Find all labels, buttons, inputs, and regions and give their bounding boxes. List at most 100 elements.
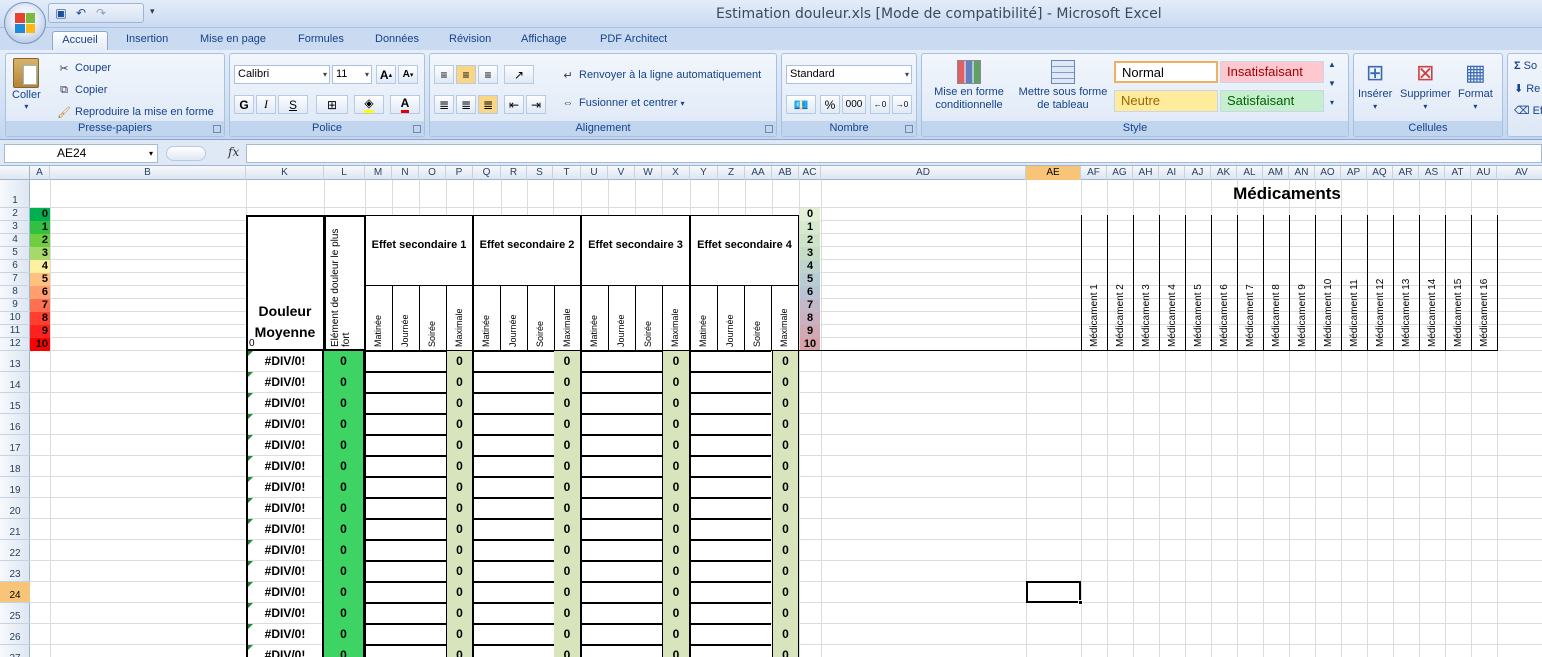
select-all-corner[interactable] <box>0 166 30 180</box>
column-header[interactable]: U <box>581 166 608 180</box>
shrink-font-button[interactable]: A ▾ <box>398 65 418 84</box>
column-header[interactable]: T <box>553 166 581 180</box>
row-header[interactable]: 24 <box>0 582 30 603</box>
insert-button[interactable]: ⊞ Insérer ▾ <box>1358 60 1392 111</box>
worksheet-grid[interactable]: A B K L M N O P Q R S T U V W X Y Z AA AB AC AD AE AF AG AH AI AJ AK… <box>0 166 1542 657</box>
copy-button[interactable]: ⧉ Copier <box>56 82 107 98</box>
column-header[interactable]: AL <box>1237 166 1263 180</box>
merge-center-button[interactable]: ⇔ Fusionner et centrer ▾ <box>560 95 685 111</box>
formula-input[interactable] <box>246 144 1542 163</box>
style-neutral[interactable]: Neutre <box>1114 90 1218 112</box>
column-header[interactable]: P <box>446 166 473 180</box>
row-header[interactable]: 8 <box>0 286 30 299</box>
row-header[interactable]: 10 <box>0 312 30 325</box>
row-header[interactable]: 2 <box>0 208 30 221</box>
column-header[interactable]: AM <box>1263 166 1289 180</box>
row-header[interactable]: 20 <box>0 498 30 519</box>
number-format-select[interactable]: Standard ▾ <box>786 65 912 84</box>
name-box[interactable]: AE24 ▾ <box>4 144 158 163</box>
redo-icon[interactable]: ↷ <box>93 5 109 21</box>
dialog-launcher-icon[interactable] <box>905 125 913 133</box>
style-normal[interactable]: Normal <box>1114 61 1218 83</box>
style-scroll-buttons[interactable]: ▲ ▼ ▾ <box>1328 60 1336 107</box>
decrease-indent-button[interactable]: ⇤ <box>504 95 524 114</box>
tab-revision[interactable]: Révision <box>443 31 497 50</box>
column-header[interactable]: AD <box>821 166 1026 180</box>
increase-indent-button[interactable]: ⇥ <box>526 95 546 114</box>
column-header[interactable]: AE <box>1026 166 1081 180</box>
column-header[interactable]: AF <box>1081 166 1107 180</box>
align-center-button[interactable]: ≣ <box>456 95 476 114</box>
tab-donnees[interactable]: Données <box>369 31 425 50</box>
row-header[interactable]: 18 <box>0 456 30 477</box>
row-header[interactable]: 13 <box>0 351 30 372</box>
column-header[interactable]: V <box>608 166 635 180</box>
row-header[interactable]: 17 <box>0 435 30 456</box>
paste-button[interactable]: Coller ▾ <box>12 58 41 111</box>
row-header[interactable]: 4 <box>0 234 30 247</box>
align-middle-button[interactable]: ≡ <box>456 65 476 84</box>
row-header[interactable]: 14 <box>0 372 30 393</box>
currency-button[interactable]: 💶 <box>786 95 816 114</box>
dialog-launcher-icon[interactable] <box>413 125 421 133</box>
row-header[interactable]: 16 <box>0 414 30 435</box>
customize-qat-icon[interactable]: ▾ <box>150 6 155 17</box>
row-header[interactable]: 22 <box>0 540 30 561</box>
italic-button[interactable]: I <box>256 95 276 114</box>
align-top-button[interactable]: ≡ <box>434 65 454 84</box>
column-header[interactable]: O <box>419 166 446 180</box>
bold-button[interactable]: G <box>234 95 254 114</box>
column-header[interactable]: AQ <box>1367 166 1393 180</box>
tab-mise-en-page[interactable]: Mise en page <box>194 31 272 50</box>
column-header[interactable]: M <box>365 166 392 180</box>
row-header[interactable]: 27 <box>0 645 30 657</box>
column-header[interactable]: AG <box>1107 166 1133 180</box>
font-size-select[interactable]: 11 ▾ <box>332 65 372 84</box>
row-header[interactable]: 5 <box>0 247 30 260</box>
column-header[interactable]: AN <box>1289 166 1315 180</box>
style-good[interactable]: Satisfaisant <box>1220 90 1324 112</box>
grow-font-button[interactable]: A ▴ <box>376 65 396 84</box>
style-bad[interactable]: Insatisfaisant <box>1220 61 1324 83</box>
decrease-decimal-button[interactable]: →0 <box>892 95 912 114</box>
active-cell-ae24[interactable] <box>1026 581 1083 605</box>
conditional-formatting-button[interactable]: Mise en forme conditionnelle <box>928 60 1010 112</box>
column-header[interactable]: AS <box>1419 166 1445 180</box>
fill-color-button[interactable]: ◈ <box>354 95 384 114</box>
align-right-button[interactable]: ≣ <box>478 95 498 114</box>
clear-button[interactable]: ⌫ Ef <box>1514 104 1542 118</box>
column-header[interactable]: AP <box>1341 166 1367 180</box>
row-header[interactable]: 19 <box>0 477 30 498</box>
format-button[interactable]: ▦ Format ▾ <box>1458 60 1493 111</box>
font-color-button[interactable]: A <box>390 95 420 114</box>
column-header[interactable]: X <box>662 166 690 180</box>
tab-accueil[interactable]: Accueil <box>52 31 108 50</box>
row-header[interactable]: 11 <box>0 325 30 338</box>
dialog-launcher-icon[interactable] <box>765 125 773 133</box>
fill-button[interactable]: ⬇ Re <box>1514 82 1540 96</box>
column-header[interactable]: AI <box>1159 166 1185 180</box>
column-header[interactable]: AC <box>799 166 821 180</box>
align-left-button[interactable]: ≣ <box>434 95 454 114</box>
thousands-button[interactable]: 000 <box>842 95 866 114</box>
borders-button[interactable]: ⊞ <box>316 95 348 114</box>
row-header[interactable]: 7 <box>0 273 30 286</box>
increase-decimal-button[interactable]: ←0 <box>870 95 890 114</box>
align-bottom-button[interactable]: ≡ <box>478 65 498 84</box>
column-header[interactable]: AA <box>745 166 772 180</box>
column-header[interactable]: AT <box>1445 166 1471 180</box>
column-header[interactable]: B <box>50 166 246 180</box>
column-header[interactable]: K <box>246 166 324 180</box>
column-header[interactable]: AB <box>772 166 799 180</box>
row-header[interactable]: 3 <box>0 221 30 234</box>
column-header[interactable]: AU <box>1471 166 1497 180</box>
format-painter-button[interactable]: 🖌 Reproduire la mise en forme <box>56 104 214 120</box>
row-header[interactable]: 12 <box>0 338 30 351</box>
row-header[interactable]: 25 <box>0 603 30 624</box>
row-header[interactable]: 1 <box>0 180 30 208</box>
tab-pdf-architect[interactable]: PDF Architect <box>594 31 673 50</box>
column-header[interactable]: L <box>324 166 365 180</box>
tab-formules[interactable]: Formules <box>292 31 350 50</box>
column-header[interactable]: Y <box>690 166 718 180</box>
dialog-launcher-icon[interactable] <box>213 125 221 133</box>
